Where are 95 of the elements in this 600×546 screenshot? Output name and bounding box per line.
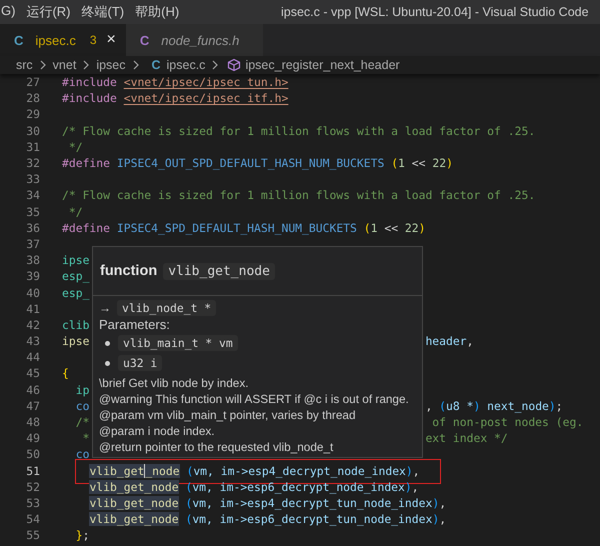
- file-type-icon: C: [14, 32, 24, 48]
- menu-item[interactable]: 终端(T): [82, 3, 124, 21]
- bullet-icon: [105, 360, 110, 366]
- chevron-icon: [211, 60, 220, 70]
- line-number: 54: [25, 512, 40, 526]
- line-number: 35: [25, 204, 40, 219]
- window-title: ipsec.c - vpp [WSL: Ubuntu-20.04] - Visual Studio Code: [281, 5, 589, 19]
- line-number: 51: [25, 464, 40, 478]
- breadcrumb-item[interactable]: vnet: [52, 58, 76, 72]
- editor-tab[interactable]: C ipsec.c 3 ×: [0, 24, 126, 56]
- breadcrumb-item[interactable]: ipsec: [96, 58, 126, 72]
- line-number: 44: [25, 350, 40, 364]
- cube-icon: [227, 58, 242, 72]
- line-number: 53: [25, 496, 40, 510]
- code-line: esp_: [62, 269, 90, 284]
- menu-item[interactable]: 帮助(H): [135, 3, 180, 21]
- code-line: #include <vnet/ipsec/ipsec_tun.h>: [62, 75, 288, 90]
- line-number: 52: [25, 480, 40, 494]
- breadcrumb-item[interactable]: ipsec_register_next_header: [245, 58, 400, 72]
- parameter: u32 i: [118, 355, 162, 371]
- code-line: /*: [74, 415, 90, 430]
- line-number: 47: [25, 398, 40, 413]
- line-number: 36: [25, 220, 40, 235]
- problem-count: 3: [90, 33, 97, 47]
- code-line: ipse: [62, 334, 90, 348]
- line-number: 46: [25, 382, 40, 397]
- code-line: *: [82, 431, 90, 446]
- code-line: */: [68, 204, 83, 219]
- code-line: */: [68, 140, 83, 154]
- line-number: 28: [25, 91, 40, 106]
- return-arrow: →: [99, 301, 111, 315]
- editor-tab[interactable]: C node_funcs.h: [126, 24, 264, 56]
- symbol-name: vlib_get_node: [163, 262, 275, 280]
- code-line: vlib_get_node (vm, im->esp4_decrypt_tun_node_index),: [88, 496, 446, 510]
- params-label: Parameters:: [99, 317, 171, 333]
- bullet-icon: [105, 340, 110, 346]
- line-number: 45: [25, 366, 40, 380]
- file-type-icon: C: [152, 58, 161, 72]
- line-number: 31: [25, 140, 40, 154]
- code-line: , (u8 *) next_node);: [425, 398, 563, 413]
- line-number: 49: [25, 431, 40, 446]
- line-number: 30: [25, 124, 40, 138]
- doc-line: @warning This function will ASSERT if @c i is out of range.: [99, 391, 410, 407]
- code-line: of non-post nodes (eg.: [431, 415, 584, 430]
- doc-line: @return pointer to the requested vlib_node_t: [99, 439, 334, 455]
- line-number: 37: [25, 236, 40, 251]
- code-line: esp_: [62, 286, 90, 300]
- line-number: 42: [25, 318, 40, 332]
- breadcrumb-item[interactable]: ipsec.c: [166, 58, 206, 72]
- line-number: 40: [25, 286, 40, 300]
- chevron-icon: [82, 60, 90, 70]
- tab-label: node_funcs.h: [161, 32, 240, 48]
- code-line: ip: [74, 382, 90, 397]
- line-number: 27: [25, 75, 40, 90]
- code-line: #define IPSEC4_OUT_SPD_DEFAULT_HASH_NUM_BUCKETS (1 << 22): [62, 156, 453, 170]
- menu-item[interactable]: G): [1, 3, 16, 21]
- chevron-icon: [38, 60, 47, 70]
- code-line: vlib_get_node (vm, im->esp6_decrypt_node_index),: [88, 480, 419, 494]
- doc-line: @param vm vlib_main_t pointer, varies by thread: [99, 407, 357, 423]
- line-number: 39: [25, 269, 40, 284]
- line-number: 48: [25, 415, 40, 430]
- code-line: vlib_get_node (vm, im->esp6_decrypt_tun_node_index),: [88, 512, 446, 526]
- close-button[interactable]: ×: [106, 31, 116, 49]
- code-line: {: [62, 366, 69, 380]
- return-type: vlib_node_t *: [117, 300, 216, 316]
- code-line: /* Flow cache is sized for 1 million flows with a load factor of .25.: [62, 188, 536, 202]
- line-number: 38: [25, 253, 40, 268]
- line-number: 34: [25, 188, 40, 202]
- chevron-icon: [132, 60, 140, 70]
- line-number: 43: [25, 334, 40, 348]
- code-line: /* Flow cache is sized for 1 million flows with a load factor of .25.: [62, 124, 536, 138]
- code-line: vlib_get_node (vm, im->esp4_decrypt_node_index),: [88, 464, 420, 478]
- code-line: co: [74, 447, 90, 462]
- code-line: ipse: [62, 253, 90, 268]
- code-line: clib: [62, 318, 90, 332]
- code-line: };: [74, 528, 90, 542]
- code-line: header,: [425, 334, 474, 348]
- code-line: co: [74, 398, 90, 413]
- breadcrumb-item[interactable]: src: [16, 58, 33, 72]
- line-number: 29: [25, 107, 40, 122]
- code-line: ext index */: [425, 431, 508, 446]
- code-line: #define IPSEC4_SPD_DEFAULT_HASH_NUM_BUCKETS (1 << 22): [62, 220, 426, 235]
- code-line: #include <vnet/ipsec/ipsec_itf.h>: [62, 91, 288, 106]
- line-number: 33: [25, 172, 40, 186]
- doc-line: \brief Get vlib node by index.: [99, 375, 250, 391]
- tab-label: ipsec.c: [35, 32, 76, 48]
- line-number: 55: [25, 528, 40, 542]
- menu-item[interactable]: 运行(R): [26, 3, 70, 21]
- file-type-icon: C: [140, 32, 150, 48]
- doc-line: @param i node index.: [99, 423, 216, 439]
- symbol-kind: function: [100, 263, 158, 279]
- line-number: 41: [25, 302, 40, 316]
- parameter: vlib_main_t * vm: [118, 335, 238, 351]
- line-number: 50: [25, 447, 40, 462]
- line-number: 32: [25, 156, 40, 170]
